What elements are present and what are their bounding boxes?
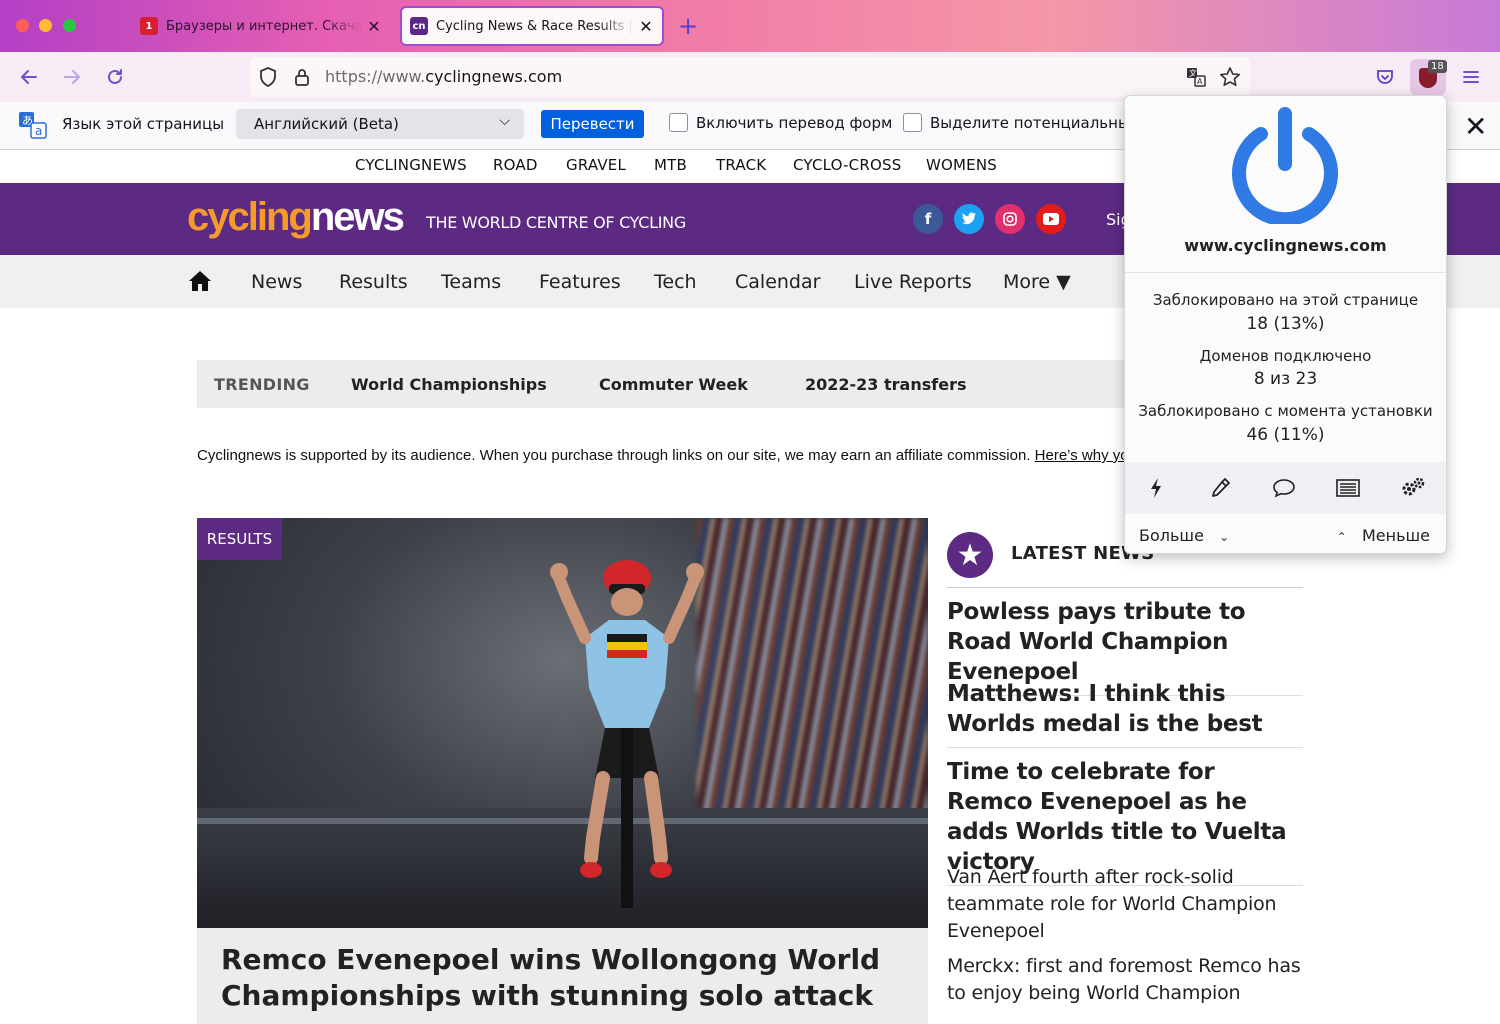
close-icon[interactable]: ✕ bbox=[366, 17, 382, 36]
youtube-icon[interactable] bbox=[1036, 204, 1066, 234]
cyclist-figure bbox=[550, 560, 704, 908]
chevron-down-icon: ⌵ bbox=[499, 113, 510, 129]
home-icon[interactable] bbox=[187, 268, 213, 294]
trending-item[interactable]: 2022-23 transfers bbox=[805, 375, 966, 394]
tab-bar: 1 Браузеры и интернет. Скачать бесплатно… bbox=[0, 0, 1500, 52]
url-text[interactable]: https://www.cyclingnews.com bbox=[325, 67, 562, 86]
translate-forms-checkbox[interactable] bbox=[669, 113, 688, 132]
url-bar[interactable]: https://www.cyclingnews.com 文A bbox=[250, 57, 1250, 97]
list-item[interactable]: Merckx: first and foremost Remco has to … bbox=[947, 953, 1303, 1007]
popup-tools bbox=[1125, 462, 1446, 514]
trending-item[interactable]: Commuter Week bbox=[599, 375, 748, 394]
language-select[interactable]: Английский (Beta) ⌵ bbox=[236, 109, 524, 139]
site-link[interactable]: ROAD bbox=[493, 156, 538, 174]
stat-value: 18 (13%) bbox=[1246, 314, 1325, 334]
trending-item[interactable]: World Championships bbox=[351, 375, 547, 394]
hero-headline[interactable]: Remco Evenepoel wins Wollongong World Ch… bbox=[221, 942, 911, 1014]
pocket-icon[interactable] bbox=[1371, 63, 1399, 91]
forward-button[interactable] bbox=[58, 63, 86, 91]
twitter-icon[interactable] bbox=[954, 204, 984, 234]
chevron-down-icon: ⌄ bbox=[1219, 530, 1230, 544]
trending-bar: TRENDING World Championships Commuter We… bbox=[197, 360, 1157, 408]
site-link[interactable]: CYCLINGNEWS bbox=[355, 156, 467, 174]
less-button[interactable]: ⌃ Меньше bbox=[1337, 526, 1430, 545]
tab-soft-site[interactable]: 1 Браузеры и интернет. Скачать бесплатно… bbox=[132, 6, 390, 46]
list-item[interactable]: Matthews: I think this Worlds medal is t… bbox=[947, 679, 1303, 748]
lightning-icon[interactable] bbox=[1143, 475, 1169, 501]
svg-text:a: a bbox=[35, 124, 42, 138]
stat-label: Заблокировано на этой странице bbox=[1152, 291, 1419, 309]
page-language-label: Язык этой страницы bbox=[62, 115, 225, 133]
stat-value: 8 из 23 bbox=[1253, 369, 1318, 389]
nav-item-teams[interactable]: Teams bbox=[441, 271, 501, 293]
site-link[interactable]: WOMENS bbox=[926, 156, 997, 174]
translate-icon[interactable]: 文A bbox=[1184, 65, 1208, 89]
highlight-checkbox[interactable] bbox=[903, 113, 922, 132]
window-minimize-button[interactable] bbox=[39, 19, 52, 32]
cyclingnews-favicon-icon: cn bbox=[410, 17, 428, 35]
highlight-label: Выделите потенциальные bbox=[930, 114, 1140, 132]
affiliate-link[interactable]: Here’s why you can trust us. bbox=[1035, 447, 1127, 464]
window-zoom-button[interactable] bbox=[63, 19, 76, 32]
translate-forms-label: Включить перевод форм bbox=[696, 114, 893, 132]
close-icon[interactable]: ✕ bbox=[1464, 110, 1487, 143]
blocked-count-badge: 18 bbox=[1428, 60, 1447, 73]
translate-icon: あ a bbox=[19, 112, 47, 139]
nav-item-live-reports[interactable]: Live Reports bbox=[854, 271, 972, 293]
hero-image[interactable]: RESULTS bbox=[197, 518, 928, 928]
instagram-icon[interactable] bbox=[995, 204, 1025, 234]
window-close-button[interactable] bbox=[16, 19, 29, 32]
site-favicon-icon: 1 bbox=[140, 17, 158, 35]
back-button[interactable] bbox=[15, 63, 43, 91]
stat-label: Доменов подключено bbox=[1199, 347, 1372, 365]
more-button[interactable]: Больше ⌄ bbox=[1139, 526, 1229, 545]
chevron-up-icon: ⌃ bbox=[1336, 530, 1347, 544]
nav-item-results[interactable]: Results bbox=[339, 271, 408, 293]
reload-icon bbox=[108, 69, 122, 84]
power-icon[interactable] bbox=[1225, 104, 1345, 224]
nav-item-calendar[interactable]: Calendar bbox=[735, 271, 820, 293]
nav-item-news[interactable]: News bbox=[251, 271, 302, 293]
arrow-left-icon bbox=[21, 70, 37, 84]
nav-item-tech[interactable]: Tech bbox=[654, 271, 697, 293]
tracking-shield-icon[interactable] bbox=[256, 65, 280, 89]
arrow-right-icon bbox=[64, 70, 80, 84]
hamburger-menu-icon[interactable] bbox=[1457, 63, 1485, 91]
speech-bubble-icon[interactable] bbox=[1271, 475, 1297, 501]
ublock-popup: www.cyclingnews.com Заблокировано на это… bbox=[1124, 95, 1447, 554]
site-link[interactable]: GRAVEL bbox=[566, 156, 626, 174]
results-badge[interactable]: RESULTS bbox=[197, 518, 282, 560]
tab-cyclingnews[interactable]: cn Cycling News & Race Results | Cycling… bbox=[400, 6, 664, 46]
site-link[interactable]: MTB bbox=[654, 156, 687, 174]
reload-button[interactable] bbox=[101, 63, 129, 91]
gears-icon[interactable] bbox=[1400, 475, 1426, 501]
close-icon[interactable]: ✕ bbox=[638, 17, 654, 36]
star-icon: ★ bbox=[947, 532, 993, 578]
stat-value: 46 (11%) bbox=[1246, 425, 1325, 445]
trending-label: TRENDING bbox=[214, 375, 310, 394]
hero-caption[interactable]: Remco Evenepoel wins Wollongong World Ch… bbox=[197, 928, 928, 1024]
site-tagline: THE WORLD CENTRE OF CYCLING bbox=[426, 213, 686, 232]
list-item[interactable]: Van Aert fourth after rock-solid teammat… bbox=[947, 864, 1303, 945]
affiliate-notice: Cyclingnews is supported by its audience… bbox=[197, 447, 1127, 464]
nav-item-features[interactable]: Features bbox=[539, 271, 621, 293]
tab-title: Браузеры и интернет. Скачать бесплатно bbox=[166, 18, 362, 34]
site-link[interactable]: TRACK bbox=[716, 156, 766, 174]
eyedropper-icon[interactable] bbox=[1207, 475, 1233, 501]
ublock-origin-button[interactable]: 18 bbox=[1410, 59, 1447, 95]
popup-hostname: www.cyclingnews.com bbox=[1184, 236, 1387, 255]
stat-label: Заблокировано с момента установки bbox=[1138, 402, 1433, 420]
selected-language: Английский (Beta) bbox=[254, 115, 399, 133]
new-tab-button[interactable]: + bbox=[678, 12, 698, 40]
bookmark-star-icon[interactable] bbox=[1218, 65, 1242, 89]
site-link[interactable]: CYCLO-CROSS bbox=[793, 156, 901, 174]
lock-icon[interactable] bbox=[290, 65, 314, 89]
tab-title: Cycling News & Race Results | Cyclingnew… bbox=[436, 18, 634, 34]
translate-button[interactable]: Перевести bbox=[541, 110, 644, 138]
logger-list-icon[interactable] bbox=[1335, 475, 1361, 501]
nav-item-more[interactable]: More ▼ bbox=[1003, 271, 1071, 293]
facebook-icon[interactable]: f bbox=[913, 204, 943, 234]
svg-text:A: A bbox=[1197, 77, 1203, 86]
cyclingnews-logo[interactable]: cyclingnews bbox=[187, 195, 405, 240]
